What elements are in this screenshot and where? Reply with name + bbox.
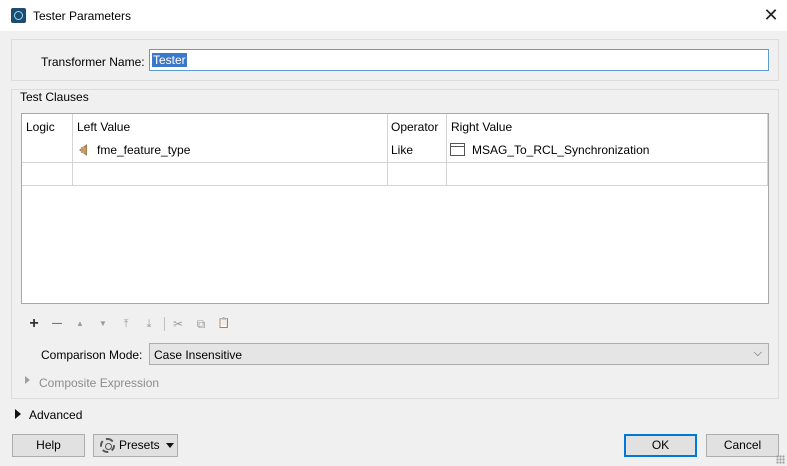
expand-arrow-icon[interactable]	[15, 409, 21, 419]
attribute-icon	[79, 144, 87, 156]
transformer-name-label: Transformer Name:	[41, 55, 145, 69]
composite-expression-toggle[interactable]: Composite Expression	[39, 376, 159, 390]
help-button[interactable]: Help	[12, 434, 85, 457]
advanced-toggle[interactable]: Advanced	[29, 408, 82, 422]
copy-icon[interactable]: ⧉	[192, 316, 210, 332]
close-button[interactable]: ✕	[757, 4, 785, 28]
comparison-mode-select[interactable]: Case Insensitive ⌵	[149, 343, 769, 365]
comparison-mode-value: Case Insensitive	[154, 348, 243, 362]
gear-icon	[100, 438, 115, 453]
column-header-logic[interactable]: Logic	[26, 120, 55, 134]
cancel-button[interactable]: Cancel	[706, 434, 779, 457]
empty-clause-row[interactable]	[22, 163, 768, 185]
transformer-name-value: Tester	[152, 53, 187, 67]
move-top-icon[interactable]: ⤒	[117, 316, 135, 332]
ok-button[interactable]: OK	[624, 434, 697, 457]
chevron-down-icon: ⌵	[753, 347, 762, 359]
right-value-cell[interactable]: MSAG_To_RCL_Synchronization	[472, 143, 649, 157]
test-clauses-label: Test Clauses	[20, 90, 89, 104]
caret-down-icon	[166, 443, 174, 448]
toolbar-separator	[164, 317, 165, 331]
paste-icon[interactable]: 📋	[215, 316, 233, 332]
presets-button[interactable]: Presets	[93, 434, 178, 457]
transformer-name-input[interactable]: Tester	[149, 49, 769, 71]
move-bottom-icon[interactable]: ⤓	[140, 316, 158, 332]
window-icon	[450, 143, 465, 156]
minus-icon[interactable]: —	[48, 316, 66, 332]
plus-icon[interactable]: +	[25, 316, 43, 332]
title-bar: Tester Parameters ✕	[0, 0, 787, 31]
expand-arrow-icon[interactable]	[25, 376, 30, 384]
window-title: Tester Parameters	[33, 9, 132, 23]
move-up-icon[interactable]: ▲	[71, 316, 89, 332]
column-header-operator[interactable]: Operator	[391, 120, 438, 134]
comparison-mode-label: Comparison Mode:	[41, 348, 143, 362]
cut-icon[interactable]: ✂	[169, 316, 187, 332]
resize-grip[interactable]	[776, 455, 785, 464]
column-header-left-value[interactable]: Left Value	[77, 120, 130, 134]
move-down-icon[interactable]: ▼	[94, 316, 112, 332]
test-clauses-table[interactable]: Logic Left Value Operator Right Value fm…	[21, 113, 769, 304]
left-value-cell[interactable]: fme_feature_type	[97, 143, 190, 157]
app-icon	[11, 8, 26, 23]
column-header-right-value[interactable]: Right Value	[451, 120, 512, 134]
presets-label: Presets	[119, 438, 160, 452]
operator-cell[interactable]: Like	[391, 143, 413, 157]
row-divider	[22, 185, 768, 186]
